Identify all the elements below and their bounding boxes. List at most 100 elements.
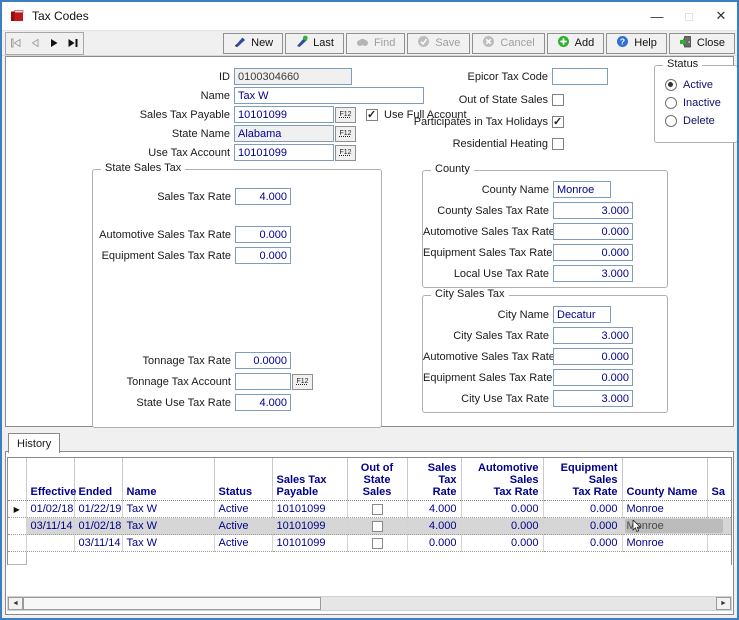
new-icon [233, 35, 246, 51]
field-tonnage-tax-account: Tonnage Tax Account F12 [93, 373, 381, 390]
nav-last-button[interactable] [64, 35, 82, 52]
city-automotive-rate-input[interactable] [553, 348, 633, 365]
add-button[interactable]: Add [547, 33, 605, 54]
row-selector[interactable] [8, 518, 26, 535]
city-sales-rate-input[interactable] [553, 327, 633, 344]
out-of-state-sales-checkbox[interactable] [552, 94, 564, 106]
county-automotive-rate-input[interactable] [553, 223, 633, 240]
city-use-rate-input[interactable] [553, 390, 633, 407]
history-tab-panel: Effective Ended Name Status Sales Tax Pa… [5, 451, 734, 615]
close-icon [679, 35, 692, 51]
save-icon [417, 35, 430, 51]
residential-heating-checkbox[interactable] [552, 138, 564, 150]
tax-codes-window: Tax Codes — □ ✕ New Last Find Save Cance… [0, 0, 739, 620]
col-effective[interactable]: Effective [26, 458, 74, 501]
row-selector[interactable] [8, 535, 26, 552]
row-selector[interactable] [8, 552, 26, 565]
find-button[interactable]: Find [346, 33, 405, 54]
tonnage-tax-account-input[interactable] [235, 373, 291, 390]
field-county-name: County Name [423, 181, 667, 198]
county-group-title: County [431, 163, 474, 175]
col-row-selector [8, 458, 26, 501]
field-county-sales-rate: County Sales Tax Rate [423, 202, 667, 219]
horizontal-scrollbar[interactable]: ◄ ► [7, 596, 732, 611]
out-of-state-grid-checkbox[interactable] [372, 538, 383, 549]
cancel-button[interactable]: Cancel [472, 33, 544, 54]
city-sales-tax-group: City Sales Tax City Name City Sales Tax … [422, 295, 668, 413]
tonnage-tax-account-lookup-button[interactable]: F12 [292, 374, 313, 390]
help-button[interactable]: ?Help [606, 33, 667, 54]
active-radio[interactable] [665, 79, 677, 91]
scroll-left-button[interactable]: ◄ [8, 597, 23, 610]
status-option-active[interactable]: Active [655, 76, 737, 93]
inactive-radio[interactable] [665, 97, 677, 109]
col-equipment-rate[interactable]: Equipment Sales Tax Rate [543, 458, 622, 501]
col-sales-tax-payable[interactable]: Sales Tax Payable [272, 458, 347, 501]
nav-previous-icon [29, 36, 41, 51]
residential-heating-label: Residential Heating [346, 138, 552, 150]
minimize-button[interactable]: — [641, 2, 673, 30]
col-clipped[interactable]: Sa [707, 458, 732, 501]
out-of-state-grid-checkbox[interactable] [372, 504, 383, 515]
add-icon [557, 35, 570, 51]
out-of-state-grid-checkbox[interactable] [372, 521, 383, 532]
record-navigator [5, 32, 84, 55]
local-use-rate-input[interactable] [553, 265, 633, 282]
close-window-button[interactable]: ✕ [705, 2, 737, 30]
row-selector[interactable]: ▶ [8, 501, 26, 518]
nav-first-button[interactable] [7, 35, 25, 52]
sales-tax-payable-input[interactable] [234, 106, 334, 123]
col-out-of-state-sales[interactable]: Out of State Sales [347, 458, 407, 501]
last-button[interactable]: Last [285, 33, 344, 54]
use-tax-account-label: Use Tax Account [6, 147, 234, 159]
status-option-delete[interactable]: Delete [655, 112, 737, 129]
state-sales-tax-rate-input[interactable] [235, 188, 291, 205]
city-equipment-rate-input[interactable] [553, 369, 633, 386]
col-county-name[interactable]: County Name [622, 458, 707, 501]
county-name-input[interactable] [553, 181, 611, 198]
scroll-right-button[interactable]: ► [716, 597, 731, 610]
tonnage-tax-rate-input[interactable] [235, 352, 291, 369]
epicor-tax-code-input[interactable] [552, 68, 608, 85]
history-row-3[interactable]: 03/11/14 Tax W Active 10101099 0.000 0.0… [8, 535, 732, 552]
save-button[interactable]: Save [407, 33, 470, 54]
new-button[interactable]: New [223, 33, 283, 54]
field-state-use-tax-rate: State Use Tax Rate [93, 394, 381, 411]
nav-next-button[interactable] [45, 35, 63, 52]
county-sales-rate-input[interactable] [553, 202, 633, 219]
scrollbar-thumb[interactable] [23, 597, 321, 610]
state-name-input[interactable] [234, 125, 334, 142]
id-input[interactable] [234, 68, 352, 85]
id-label: ID [6, 71, 234, 83]
state-use-tax-rate-input[interactable] [235, 394, 291, 411]
col-name[interactable]: Name [122, 458, 214, 501]
history-row-1[interactable]: ▶ 01/02/18 01/22/19 Tax W Active 1010109… [8, 501, 732, 518]
field-tonnage-tax-rate: Tonnage Tax Rate [93, 352, 381, 369]
field-out-of-state-sales: Out of State Sales [346, 91, 564, 108]
col-automotive-rate[interactable]: Automotive Sales Tax Rate [461, 458, 543, 501]
field-county-automotive-rate: Automotive Sales Tax Rate [423, 223, 667, 240]
grid-header-row: Effective Ended Name Status Sales Tax Pa… [8, 458, 732, 501]
city-name-input[interactable] [553, 306, 611, 323]
status-group-title: Status [663, 58, 702, 70]
close-button[interactable]: Close [669, 33, 735, 54]
state-equipment-rate-input[interactable] [235, 247, 291, 264]
tab-history[interactable]: History [8, 433, 60, 453]
delete-radio[interactable] [665, 115, 677, 127]
use-tax-account-input[interactable] [234, 144, 334, 161]
state-automotive-rate-input[interactable] [235, 226, 291, 243]
county-equipment-rate-input[interactable] [553, 244, 633, 261]
maximize-button[interactable]: □ [673, 2, 705, 30]
status-option-inactive[interactable]: Inactive [655, 94, 737, 111]
find-icon [356, 35, 369, 51]
epicor-tax-code-label: Epicor Tax Code [346, 71, 552, 83]
history-row-2[interactable]: 03/11/14 01/02/18 Tax W Active 10101099 … [8, 518, 732, 535]
tax-holidays-checkbox[interactable] [552, 116, 564, 128]
field-city-automotive-rate: Automotive Sales Tax Rate [423, 348, 667, 365]
nav-previous-button[interactable] [26, 35, 44, 52]
toolbar: New Last Find Save Cancel Add ?Help Clos… [2, 30, 737, 56]
col-ended[interactable]: Ended [74, 458, 122, 501]
col-status[interactable]: Status [214, 458, 272, 501]
col-sales-tax-rate[interactable]: Sales Tax Rate [407, 458, 461, 501]
nav-first-icon [10, 36, 22, 51]
